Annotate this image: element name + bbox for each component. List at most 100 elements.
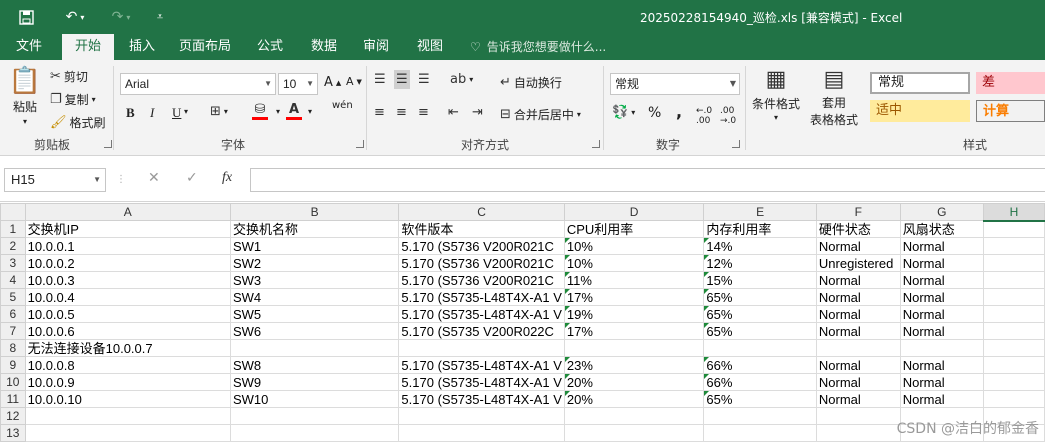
cell[interactable] bbox=[982, 254, 1045, 272]
column-header[interactable]: G bbox=[899, 203, 984, 221]
cell[interactable]: 5.170 (S5735-L48T4X-A1 V bbox=[398, 356, 565, 374]
cell[interactable] bbox=[229, 339, 400, 357]
increase-font-button[interactable]: A ▲ bbox=[324, 75, 341, 90]
cell[interactable]: Normal bbox=[899, 373, 984, 391]
tell-me-box[interactable]: ♡ 告诉我您想要做什么... bbox=[470, 34, 606, 60]
cell[interactable]: Normal bbox=[815, 356, 901, 374]
cell[interactable]: 10.0.0.5 bbox=[24, 305, 231, 323]
row-header[interactable]: 13 bbox=[0, 424, 26, 442]
cell[interactable]: Normal bbox=[899, 305, 984, 323]
decrease-indent-button[interactable]: ⇤ bbox=[448, 105, 459, 120]
cell[interactable]: 10.0.0.10 bbox=[24, 390, 231, 408]
currency-button[interactable]: 💱 ▾ bbox=[612, 105, 635, 120]
cell[interactable] bbox=[982, 390, 1045, 408]
font-size-combo[interactable]: 10 ▼ bbox=[278, 73, 318, 95]
cell[interactable]: Normal bbox=[899, 356, 984, 374]
enter-icon[interactable]: ✓ bbox=[186, 170, 198, 186]
cell[interactable]: SW10 bbox=[229, 390, 400, 408]
cell[interactable] bbox=[815, 407, 901, 425]
cell[interactable]: Normal bbox=[899, 271, 984, 289]
cell[interactable]: 17% bbox=[563, 288, 705, 306]
cell[interactable]: Normal bbox=[899, 288, 984, 306]
cell[interactable]: 66% bbox=[703, 356, 817, 374]
cell[interactable] bbox=[563, 339, 705, 357]
cell[interactable] bbox=[982, 305, 1045, 323]
row-header[interactable]: 9 bbox=[0, 356, 26, 374]
tab-page-layout[interactable]: 页面布局 bbox=[172, 34, 238, 60]
column-header[interactable]: B bbox=[229, 203, 400, 221]
insert-function-icon[interactable]: fx bbox=[222, 170, 232, 186]
cell[interactable]: 无法连接设备10.0.0.7 bbox=[24, 339, 231, 357]
save-icon[interactable] bbox=[14, 7, 38, 27]
cell[interactable]: 65% bbox=[703, 390, 817, 408]
decrease-decimal-button[interactable]: .00 →.0 bbox=[720, 106, 736, 126]
font-launcher-icon[interactable] bbox=[356, 140, 364, 148]
cell[interactable]: 14% bbox=[703, 237, 817, 255]
select-all-corner[interactable] bbox=[0, 203, 26, 221]
cell[interactable] bbox=[398, 339, 565, 357]
cell[interactable]: Normal bbox=[899, 322, 984, 340]
cell[interactable]: 硬件状态 bbox=[815, 220, 901, 238]
cell[interactable]: SW6 bbox=[229, 322, 400, 340]
formula-input[interactable] bbox=[250, 168, 1045, 192]
tab-file[interactable]: 文件 bbox=[4, 34, 54, 60]
cell[interactable]: Unregistered bbox=[815, 254, 901, 272]
column-header[interactable]: A bbox=[24, 203, 231, 221]
cell[interactable]: Normal bbox=[815, 237, 901, 255]
align-center-button[interactable]: ≡ bbox=[396, 105, 407, 120]
cell[interactable]: 软件版本 bbox=[398, 220, 565, 238]
row-header[interactable]: 1 bbox=[0, 220, 26, 238]
name-box[interactable]: H15 ▼ bbox=[4, 168, 106, 192]
cell[interactable]: SW1 bbox=[229, 237, 400, 255]
cell[interactable] bbox=[982, 373, 1045, 391]
cell[interactable] bbox=[229, 424, 400, 442]
cell[interactable]: 66% bbox=[703, 373, 817, 391]
style-neutral[interactable]: 适中 bbox=[870, 100, 970, 122]
cell[interactable] bbox=[24, 424, 231, 442]
row-header[interactable]: 8 bbox=[0, 339, 26, 357]
increase-indent-button[interactable]: ⇥ bbox=[472, 105, 483, 120]
cut-button[interactable]: ✂ 剪切 bbox=[50, 68, 88, 85]
cell[interactable] bbox=[815, 424, 901, 442]
cell[interactable]: 交换机名称 bbox=[229, 220, 400, 238]
cell[interactable]: SW8 bbox=[229, 356, 400, 374]
align-bottom-button[interactable]: ☰ bbox=[418, 72, 430, 87]
customize-quick-access-icon[interactable]: ⩡ bbox=[150, 7, 170, 27]
align-top-button[interactable]: ☰ bbox=[374, 72, 386, 87]
align-left-button[interactable]: ≡ bbox=[374, 105, 385, 120]
cell[interactable] bbox=[563, 424, 705, 442]
orientation-button[interactable]: ab ▾ bbox=[450, 72, 473, 87]
cell[interactable]: 5.170 (S5735-L48T4X-A1 V bbox=[398, 390, 565, 408]
cell[interactable]: 交换机IP bbox=[24, 220, 231, 238]
cell[interactable] bbox=[703, 407, 817, 425]
style-bad[interactable]: 差 bbox=[976, 72, 1045, 94]
cell[interactable]: 10.0.0.4 bbox=[24, 288, 231, 306]
align-middle-button[interactable]: ☰ bbox=[394, 70, 410, 89]
cell[interactable]: 65% bbox=[703, 322, 817, 340]
cell[interactable] bbox=[229, 407, 400, 425]
format-painter-button[interactable]: 🖌 格式刷 bbox=[50, 114, 106, 131]
cell[interactable]: 5.170 (S5735-L48T4X-A1 V bbox=[398, 288, 565, 306]
column-header[interactable]: E bbox=[703, 203, 817, 221]
cell[interactable]: SW2 bbox=[229, 254, 400, 272]
row-header[interactable]: 3 bbox=[0, 254, 26, 272]
cell[interactable]: Normal bbox=[815, 288, 901, 306]
cell[interactable]: 19% bbox=[563, 305, 705, 323]
chevron-down-icon[interactable]: ▾ bbox=[276, 107, 280, 116]
cell[interactable]: Normal bbox=[815, 322, 901, 340]
row-header[interactable]: 5 bbox=[0, 288, 26, 306]
cell[interactable] bbox=[982, 220, 1045, 238]
cell[interactable]: 10.0.0.1 bbox=[24, 237, 231, 255]
cell[interactable]: 5.170 (S5736 V200R021C bbox=[398, 237, 565, 255]
tab-formulas[interactable]: 公式 bbox=[246, 34, 294, 60]
tab-data[interactable]: 数据 bbox=[300, 34, 348, 60]
cell[interactable]: 65% bbox=[703, 288, 817, 306]
cell[interactable]: 10.0.0.3 bbox=[24, 271, 231, 289]
cell[interactable]: 12% bbox=[703, 254, 817, 272]
cell[interactable]: 10.0.0.9 bbox=[24, 373, 231, 391]
cell[interactable]: Normal bbox=[899, 254, 984, 272]
bold-button[interactable]: B bbox=[126, 105, 135, 121]
cell[interactable]: 15% bbox=[703, 271, 817, 289]
copy-button[interactable]: ❐ 复制 ▾ bbox=[50, 91, 96, 108]
cell[interactable]: 10% bbox=[563, 237, 705, 255]
